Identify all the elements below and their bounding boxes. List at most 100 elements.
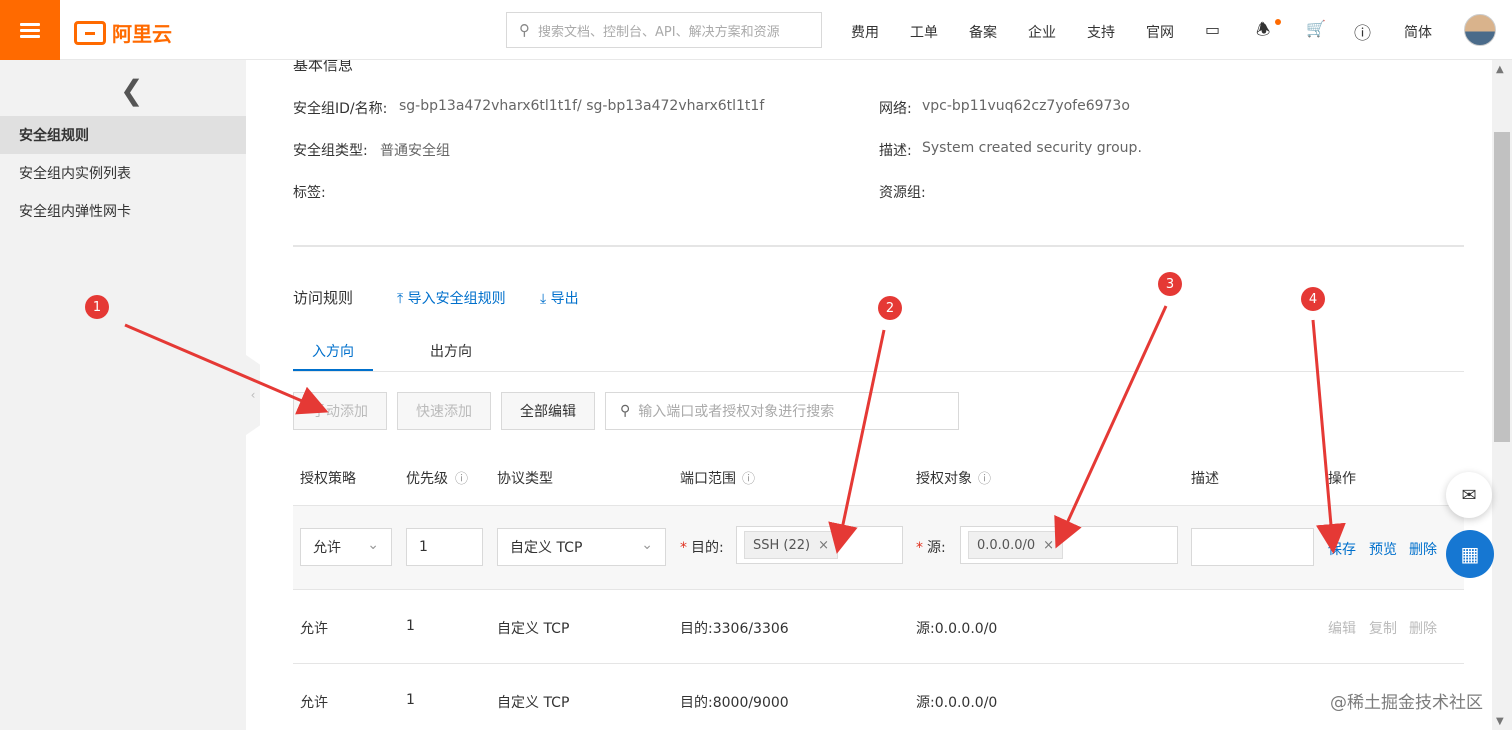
row-priority: 1 (406, 618, 415, 634)
port-dest-label: * 目的: (680, 540, 724, 556)
sidebar-item-instances[interactable]: 安全组内实例列表 (0, 154, 246, 192)
policy-select-value: 允许 (313, 540, 341, 556)
annotation-badge-1: 1 (85, 295, 109, 319)
port-info-icon[interactable]: ⓘ (742, 468, 755, 487)
sidebar-item-rules[interactable]: 安全组规则 (0, 116, 246, 154)
row-source: 源:0.0.0.0/0 (916, 695, 998, 711)
import-rules-link[interactable]: ⤒ 导入安全组规则 (397, 288, 506, 308)
tabs-divider (293, 371, 1464, 372)
scroll-up-icon[interactable]: ▲ (1496, 64, 1504, 75)
table-row: 允许 1 自定义 TCP 目的:8000/9000 源:0.0.0.0/0 (293, 664, 1464, 730)
tags-label: 标签: (293, 185, 326, 201)
tab-outbound[interactable]: 出方向 (430, 341, 472, 361)
source-label-text: 源: (927, 540, 946, 556)
divider (293, 245, 1464, 247)
back-chevron-icon[interactable]: ❮ (120, 74, 143, 107)
priority-input[interactable]: 1 (406, 528, 483, 566)
export-label: 导出 (550, 291, 579, 307)
annotation-badge-3: 3 (1158, 272, 1182, 296)
row-policy: 允许 (300, 621, 328, 637)
sidebar: ❮ 安全组规则 安全组内实例列表 安全组内弹性网卡 (0, 60, 246, 730)
manual-add-button[interactable]: 手动添加 (293, 392, 387, 430)
quick-add-button[interactable]: 快速添加 (397, 392, 491, 430)
desc-label: 描述: (879, 143, 912, 159)
edit-all-button[interactable]: 全部编辑 (501, 392, 595, 430)
search-icon: ⚲ (620, 403, 631, 419)
bell-icon[interactable]: 🕭 (1256, 19, 1270, 46)
row-protocol: 自定义 TCP (497, 621, 570, 637)
search-icon: ⚲ (519, 21, 530, 39)
sg-id-value: sg-bp13a472vharx6tl1t1f/ sg-bp13a472vhar… (399, 98, 765, 114)
table-row: 允许 1 自定义 TCP 目的:3306/3306 源:0.0.0.0/0 编辑… (293, 590, 1464, 664)
help-icon[interactable]: ⓘ (1354, 19, 1371, 44)
chat-icon[interactable]: ✉ (1446, 472, 1492, 518)
nav-tickets[interactable]: 工单 (910, 22, 938, 42)
description-input[interactable] (1191, 528, 1314, 566)
close-icon[interactable]: × (1043, 538, 1054, 553)
import-rules-label: 导入安全组规则 (407, 291, 506, 307)
priority-info-icon[interactable]: ⓘ (455, 468, 468, 487)
sg-type-value: 普通安全组 (380, 143, 450, 159)
aliyun-logo[interactable]: 阿里云 (74, 18, 172, 47)
avatar[interactable] (1464, 14, 1496, 46)
col-protocol: 协议类型 (497, 471, 553, 487)
terminal-icon[interactable]: ▭ (1205, 20, 1220, 39)
col-actions: 操作 (1328, 471, 1356, 487)
nav-enterprise[interactable]: 企业 (1028, 22, 1056, 42)
source-tag-label: 0.0.0.0/0 (977, 537, 1036, 553)
row-protocol: 自定义 TCP (497, 695, 570, 711)
nav-filing[interactable]: 备案 (969, 22, 997, 42)
col-policy: 授权策略 (300, 471, 356, 487)
chevron-down-icon: ⌄ (641, 537, 653, 553)
col-port-range: 端口范围 (680, 471, 736, 487)
tab-inbound[interactable]: 入方向 (312, 341, 354, 361)
sg-type-label: 安全组类型: (293, 143, 368, 159)
export-link[interactable]: ⤓ 导出 (540, 288, 579, 308)
auth-info-icon[interactable]: ⓘ (978, 468, 991, 487)
port-dest-label-text: 目的: (691, 540, 724, 556)
sidebar-item-eni[interactable]: 安全组内弹性网卡 (0, 192, 246, 230)
rule-search-placeholder: 输入端口或者授权对象进行搜索 (638, 404, 835, 420)
desc-value: System created security group. (922, 140, 1142, 156)
table-row-editing: 允许 ⌄ 1 自定义 TCP ⌄ * 目的: SSH (22) × * 源: 0.0… (293, 506, 1464, 590)
hamburger-icon (20, 20, 40, 41)
main-content: 基本信息 安全组ID/名称: sg-bp13a472vharx6tl1t1f/ … (246, 60, 1492, 730)
rule-search-input[interactable]: ⚲ 输入端口或者授权对象进行搜索 (605, 392, 959, 430)
scrollbar-thumb[interactable] (1494, 132, 1510, 442)
nav-support[interactable]: 支持 (1087, 22, 1115, 42)
scroll-down-icon[interactable]: ▼ (1496, 716, 1504, 727)
row-delete-link[interactable]: 删除 (1409, 618, 1437, 638)
preview-link[interactable]: 预览 (1369, 539, 1397, 559)
sg-id-label: 安全组ID/名称: (293, 101, 388, 117)
upload-icon: ⤒ (397, 291, 404, 307)
delete-link[interactable]: 删除 (1409, 539, 1437, 559)
chevron-down-icon: ⌄ (367, 537, 379, 553)
annotation-badge-2: 2 (878, 296, 902, 320)
source-label: * 源: (916, 540, 946, 556)
network-value: vpc-bp11vuq62cz7yofe6973o (922, 98, 1130, 114)
row-copy-link[interactable]: 复制 (1369, 618, 1397, 638)
cart-icon[interactable]: 🛒 (1306, 19, 1326, 38)
download-icon: ⤓ (540, 291, 547, 307)
aliyun-logo-icon (74, 20, 106, 45)
nav-fees[interactable]: 费用 (851, 22, 879, 42)
row-edit-link[interactable]: 编辑 (1328, 618, 1356, 638)
language-switch[interactable]: 简体 (1404, 22, 1432, 42)
menu-button[interactable] (0, 0, 60, 60)
row-priority: 1 (406, 692, 415, 708)
nav-official-site[interactable]: 官网 (1146, 22, 1174, 42)
protocol-select[interactable]: 自定义 TCP ⌄ (497, 528, 666, 566)
apps-icon[interactable]: ▦ (1446, 530, 1494, 578)
table-header: 授权策略 优先级 ⓘ 协议类型 端口范围 ⓘ 授权对象 ⓘ 描述 操作 (293, 450, 1464, 506)
col-auth-object: 授权对象 (916, 471, 972, 487)
save-link[interactable]: 保存 (1328, 539, 1356, 559)
col-description: 描述 (1191, 471, 1219, 487)
global-search-input[interactable]: ⚲ 搜索文档、控制台、API、解决方案和资源 (506, 12, 822, 48)
port-tag-label: SSH (22) (753, 537, 811, 553)
close-icon[interactable]: × (818, 538, 829, 553)
priority-input-value: 1 (419, 539, 428, 555)
col-priority: 优先级 (406, 471, 448, 487)
policy-select[interactable]: 允许 ⌄ (300, 528, 392, 566)
access-rules-heading: 访问规则 (293, 289, 354, 307)
row-port: 目的:8000/9000 (680, 695, 789, 711)
